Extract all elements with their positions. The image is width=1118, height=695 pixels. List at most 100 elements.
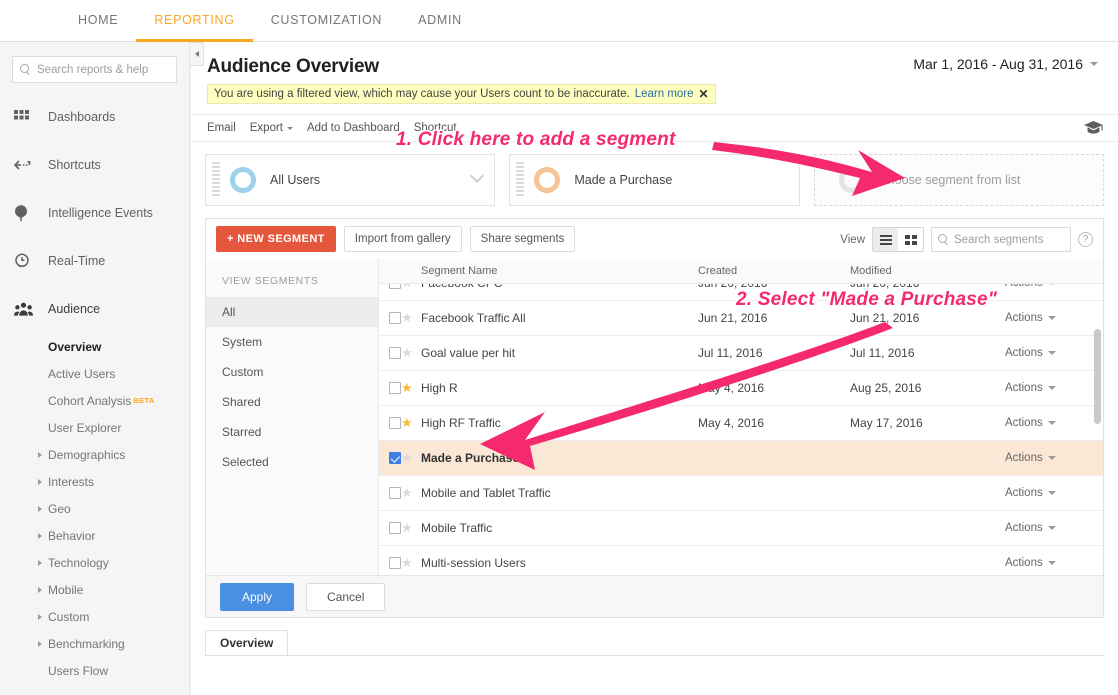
star-icon[interactable]: ★ — [401, 555, 413, 570]
tab-overview[interactable]: Overview — [205, 630, 289, 655]
view-segments-item-all[interactable]: All — [206, 297, 378, 327]
view-segments-item-shared[interactable]: Shared — [206, 387, 378, 417]
sidebar-collapse-button[interactable] — [190, 42, 204, 66]
row-checkbox[interactable] — [389, 522, 401, 534]
row-actions-button[interactable]: Actions — [1005, 557, 1103, 569]
star-icon[interactable]: ★ — [401, 380, 413, 395]
row-actions-button[interactable]: Actions — [1005, 284, 1103, 289]
row-checkbox[interactable] — [389, 347, 401, 359]
sidebar-item-audience[interactable]: Audience — [0, 285, 189, 333]
vertical-scrollbar[interactable] — [1094, 329, 1101, 424]
list-view-toggle[interactable] — [873, 228, 898, 251]
row-checkbox[interactable] — [389, 284, 401, 289]
sidebar-item-intelligence-events[interactable]: Intelligence Events — [0, 189, 189, 237]
table-row[interactable]: ★ High R May 4, 2016 Aug 25, 2016 Action… — [379, 371, 1103, 406]
table-row[interactable]: ★ Mobile and Tablet Traffic Actions — [379, 476, 1103, 511]
sidebar-item-user-explorer[interactable]: User Explorer — [0, 414, 189, 441]
sidebar-item-interests[interactable]: Interests — [0, 468, 189, 495]
star-icon[interactable]: ★ — [401, 520, 413, 535]
graduation-cap-icon[interactable] — [1083, 120, 1104, 141]
row-checkbox[interactable] — [389, 312, 401, 324]
topnav-item-admin[interactable]: ADMIN — [400, 1, 480, 42]
row-actions-button[interactable]: Actions — [1005, 312, 1103, 324]
sidebar-item-custom[interactable]: Custom — [0, 603, 189, 630]
table-row[interactable]: ★ High RF Traffic May 4, 2016 May 17, 20… — [379, 406, 1103, 441]
row-actions-button[interactable]: Actions — [1005, 417, 1103, 429]
table-row[interactable]: ★ Goal value per hit Jul 11, 2016 Jul 11… — [379, 336, 1103, 371]
segment-created: Jun 20, 2016 — [698, 284, 850, 290]
learn-more-link[interactable]: Learn more — [635, 88, 694, 100]
star-icon[interactable]: ★ — [401, 310, 413, 325]
sidebar-item-behavior[interactable]: Behavior — [0, 522, 189, 549]
row-checkbox[interactable] — [389, 452, 401, 464]
cancel-button[interactable]: Cancel — [306, 582, 386, 611]
star-icon[interactable]: ★ — [401, 284, 413, 290]
topnav-item-reporting[interactable]: REPORTING — [136, 1, 253, 42]
sidebar-item-geo[interactable]: Geo — [0, 495, 189, 522]
help-icon[interactable]: ? — [1078, 232, 1093, 247]
star-icon[interactable]: ★ — [401, 485, 413, 500]
grid-view-toggle[interactable] — [898, 228, 923, 251]
date-range-selector[interactable]: Mar 1, 2016 - Aug 31, 2016 — [905, 52, 1106, 76]
shortcut-button[interactable]: Shortcut — [414, 122, 457, 134]
row-checkbox[interactable] — [389, 382, 401, 394]
row-checkbox[interactable] — [389, 557, 401, 569]
segment-chip-choose-from-list[interactable]: Choose segment from list — [813, 154, 1104, 206]
segment-name: Goal value per hit — [421, 346, 516, 360]
sidebar-item-shortcuts[interactable]: Shortcuts — [0, 141, 189, 189]
row-checkbox[interactable] — [389, 487, 401, 499]
star-icon[interactable]: ★ — [401, 415, 413, 430]
sidebar-item-active-users[interactable]: Active Users — [0, 360, 189, 387]
table-row[interactable]: ★ Mobile Traffic Actions — [379, 511, 1103, 546]
search-reports-input[interactable]: Search reports & help — [12, 56, 177, 83]
row-checkbox-cell — [379, 522, 401, 534]
topnav-item-customization[interactable]: CUSTOMIZATION — [253, 1, 400, 42]
row-actions-button[interactable]: Actions — [1005, 487, 1103, 499]
segment-chip-made-a-purchase[interactable]: Made a Purchase — [509, 154, 800, 206]
sidebar-item-users-flow[interactable]: Users Flow — [0, 657, 189, 684]
share-segments-button[interactable]: Share segments — [469, 226, 576, 252]
segment-search-input[interactable]: Search segments — [931, 227, 1071, 252]
row-actions-button[interactable]: Actions — [1005, 347, 1103, 359]
sidebar-item-demographics[interactable]: Demographics — [0, 441, 189, 468]
table-row[interactable]: ★ Facebook Traffic All Jun 21, 2016 Jun … — [379, 301, 1103, 336]
sidebar-item-real-time[interactable]: Real-Time — [0, 237, 189, 285]
view-segments-item-system[interactable]: System — [206, 327, 378, 357]
segment-modified: Jul 11, 2016 — [850, 346, 915, 360]
grid-icon — [904, 234, 917, 245]
sidebar-item-technology[interactable]: Technology — [0, 549, 189, 576]
drag-handle[interactable] — [212, 162, 220, 198]
segment-chip-all-users[interactable]: All Users — [205, 154, 496, 206]
segment-list-scroller[interactable]: ★ Facebook CPC Jun 20, 2016 Jun 20, 2016… — [379, 284, 1103, 575]
row-checkbox[interactable] — [389, 417, 401, 429]
table-row[interactable]: ★ Multi-session Users Actions — [379, 546, 1103, 575]
star-icon[interactable]: ★ — [401, 450, 413, 465]
view-segments-item-selected[interactable]: Selected — [206, 447, 378, 477]
close-icon[interactable]: ✕ — [699, 87, 709, 101]
new-segment-button[interactable]: + NEW SEGMENT — [216, 226, 336, 252]
sidebar-item-mobile[interactable]: Mobile — [0, 576, 189, 603]
row-actions-button[interactable]: Actions — [1005, 522, 1103, 534]
table-row-selected[interactable]: ★ Made a Purchase Actions — [379, 441, 1103, 476]
chevron-down-icon[interactable] — [470, 168, 485, 184]
apply-button[interactable]: Apply — [220, 582, 295, 611]
row-actions-button[interactable]: Actions — [1005, 452, 1103, 464]
row-actions-button[interactable]: Actions — [1005, 382, 1103, 394]
view-segments-item-starred[interactable]: Starred — [206, 417, 378, 447]
sidebar-item-dashboards[interactable]: Dashboards — [0, 93, 189, 141]
chevron-right-icon — [38, 586, 42, 593]
import-from-gallery-button[interactable]: Import from gallery — [343, 226, 462, 252]
table-row[interactable]: ★ Facebook CPC Jun 20, 2016 Jun 20, 2016… — [379, 284, 1103, 301]
email-button[interactable]: Email — [207, 122, 236, 134]
view-segments-item-custom[interactable]: Custom — [206, 357, 378, 387]
star-icon[interactable]: ★ — [401, 345, 413, 360]
drag-handle[interactable] — [516, 162, 525, 198]
topnav-item-home[interactable]: HOME — [60, 1, 136, 42]
sidebar-item-benchmarking[interactable]: Benchmarking — [0, 630, 189, 657]
sidebar-item-overview[interactable]: Overview — [0, 333, 189, 360]
export-button[interactable]: Export — [250, 122, 294, 134]
sidebar-item-cohort-analysis[interactable]: Cohort Analysis BETA — [0, 387, 189, 414]
view-controls: View Search segments ? — [840, 227, 1093, 252]
view-segments-sidebar: VIEW SEGMENTS All System Custom Shared S… — [206, 259, 379, 575]
add-to-dashboard-button[interactable]: Add to Dashboard — [307, 122, 400, 134]
